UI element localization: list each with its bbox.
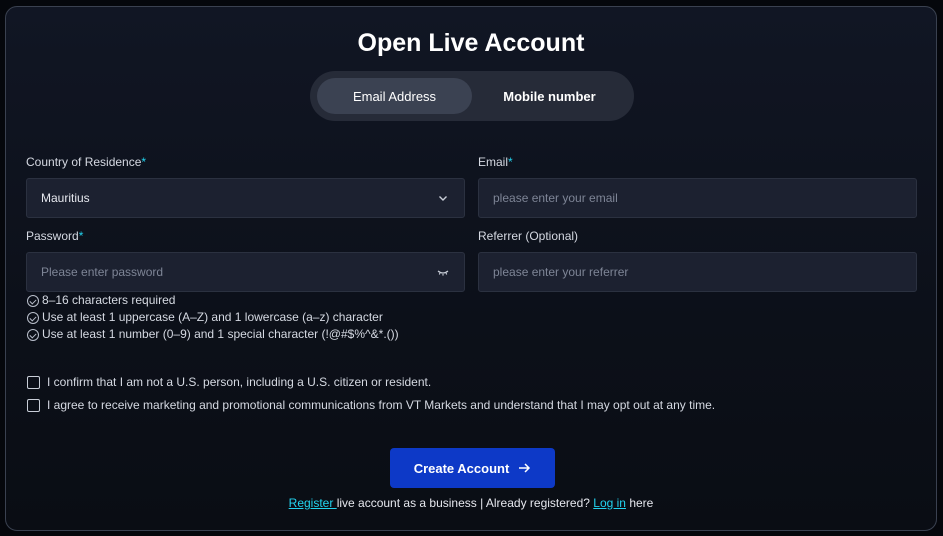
country-value: Mauritius [41,191,90,205]
password-placeholder: Please enter password [41,265,164,279]
password-hint: Use at least 1 number (0–9) and 1 specia… [27,326,399,343]
footer-end-text: here [625,496,654,510]
check-circle-icon [27,328,39,341]
signup-card: Open Live Account Email Address Mobile n… [5,6,937,531]
us-person-consent-label: I confirm that I am not a U.S. person, i… [47,375,432,389]
footer-middle-text: live account as a business | Already reg… [336,496,594,510]
marketing-checkbox[interactable] [27,398,40,412]
eye-closed-icon[interactable] [436,265,450,279]
marketing-consent-label: I agree to receive marketing and promoti… [47,398,716,412]
check-circle-icon [27,311,39,324]
password-label: Password* [26,229,84,243]
referrer-input[interactable]: please enter your referrer [478,252,917,292]
password-hint: 8–16 characters required [27,292,399,309]
password-input[interactable]: Please enter password [26,252,465,292]
email-field: Email* please enter your email [478,155,917,218]
email-input[interactable]: please enter your email [478,178,917,218]
country-label: Country of Residence* [26,155,147,169]
password-requirements: 8–16 characters required Use at least 1 … [27,292,399,343]
tab-mobile-number[interactable]: Mobile number [472,78,627,114]
country-field: Country of Residence* Mauritius [26,155,465,218]
page-title: Open Live Account [357,29,585,57]
marketing-consent: I agree to receive marketing and promoti… [27,398,715,412]
login-link[interactable]: Log in [593,496,626,510]
password-hint: Use at least 1 uppercase (A–Z) and 1 low… [27,309,399,326]
referrer-field: Referrer (Optional) please enter your re… [478,229,917,292]
contact-method-tabs: Email Address Mobile number [310,71,634,121]
register-link[interactable]: Register [289,496,337,510]
referrer-placeholder: please enter your referrer [493,265,629,279]
us-person-consent: I confirm that I am not a U.S. person, i… [27,375,431,389]
check-circle-icon [27,294,39,307]
us-person-checkbox[interactable] [27,375,40,389]
arrow-right-icon [519,463,531,473]
email-label: Email* [478,155,513,169]
referrer-label: Referrer (Optional) [478,229,579,243]
password-field: Password* Please enter password [26,229,465,292]
country-select[interactable]: Mauritius [26,178,465,218]
footer-text: Register live account as a business | Al… [6,496,936,510]
chevron-down-icon [439,196,447,201]
tab-email-address[interactable]: Email Address [317,78,472,114]
create-account-label: Create Account [413,460,510,476]
create-account-button[interactable]: Create Account [390,448,555,488]
email-placeholder: please enter your email [493,191,618,205]
